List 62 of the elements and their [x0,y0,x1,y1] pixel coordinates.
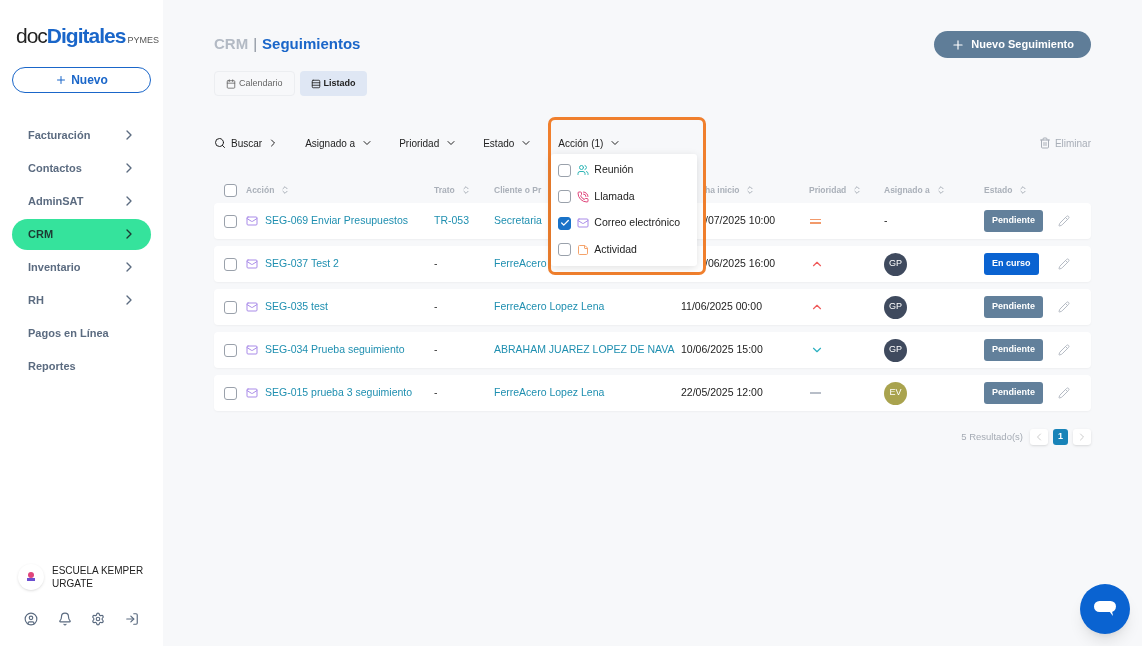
nav-item[interactable]: Inventario [12,251,151,283]
search-button[interactable]: Buscar [214,135,280,151]
avatar: EV [884,381,907,405]
filter-dropdown[interactable]: Estado [483,135,533,151]
follow-up-link[interactable]: SEG-034 Prueba seguimiento [265,342,405,358]
nav-label: AdminSAT [28,193,84,209]
menu-option[interactable]: Correo electrónico [551,210,698,237]
follow-up-link[interactable]: SEG-069 Enviar Presupuestos [265,213,408,229]
follow-up-link[interactable]: SEG-035 test [265,299,329,315]
nav-label: Pagos en Línea [28,325,109,341]
view-tab[interactable]: Calendario [214,71,295,96]
nav-label: Contactos [28,160,82,176]
client-link[interactable]: FerreAcero Lopez Lena [494,385,681,401]
client-link[interactable]: FerreAcero Lopez Lena [494,299,681,315]
filter-dropdown[interactable]: Prioridad [399,135,458,151]
page-title: Seguimientos [262,34,361,55]
avatar: GP [884,252,907,276]
deal-cell-text: - [434,385,439,401]
title-separator: | [253,34,258,55]
deal-cell-text: - [434,342,439,358]
menu-option[interactable]: Actividad [551,236,698,263]
status-badge: En curso [984,253,1039,275]
nav-label: RH [28,292,44,308]
deal-cell-text: TR-053 [434,213,470,229]
avatar: GP [884,338,907,362]
nav-label: Facturación [28,127,91,143]
date-cell-text: /06/2025 16:00 [704,256,777,272]
nav-item[interactable]: Reportes [12,350,151,382]
nav-item[interactable]: Pagos en Línea [12,317,151,349]
status-badge: Pendiente [984,296,1043,318]
organization-name: ESCUELA KEMPER URGATE [52,564,145,590]
logo: docDigitales PYMES [15,23,160,49]
nav-label: CRM [28,226,54,242]
follow-up-link[interactable]: SEG-015 prueba 3 seguimiento [265,385,413,401]
filter-dropdown[interactable]: Asignado a [305,135,374,151]
follow-up-link[interactable]: SEG-037 Test 2 [265,256,339,272]
status-badge: Pendiente [984,382,1043,404]
nav-item[interactable]: CRM [12,218,151,250]
view-tab[interactable]: Listado [299,71,367,96]
client-link[interactable]: ABRAHAM JUAREZ LOPEZ DE NAVA [494,342,681,358]
status-badge: Pendiente [984,210,1043,232]
nav-item[interactable]: AdminSAT [12,185,151,217]
nav-item[interactable]: Contactos [12,152,151,184]
nav-item[interactable]: Facturación [12,119,151,151]
avatar: GP [884,295,907,319]
date-cell-text: /07/2025 10:00 [704,213,777,229]
results-count: 5 Resultado(s) [961,429,1023,444]
nav-item[interactable]: RH [12,284,151,316]
deal-cell-text: - [434,256,439,272]
date-cell-text: 10/06/2025 15:00 [681,342,764,358]
date-cell-text: 11/06/2025 00:00 [681,299,763,315]
assignee-cell: - [884,214,888,227]
section-label: CRM [214,34,249,55]
page-button[interactable]: 1 [1053,429,1068,445]
nav-label: Inventario [28,259,81,275]
action-filter-dropdown[interactable]: Acción (1) [558,133,622,153]
nav-label: Reportes [28,358,76,374]
menu-option[interactable]: Reunión [551,157,698,184]
date-cell-text: 22/05/2025 12:00 [681,385,764,401]
new-follow-up-button[interactable]: Nuevo Seguimiento [934,31,1091,58]
status-badge: Pendiente [984,339,1043,361]
deal-cell-text: - [434,299,439,315]
